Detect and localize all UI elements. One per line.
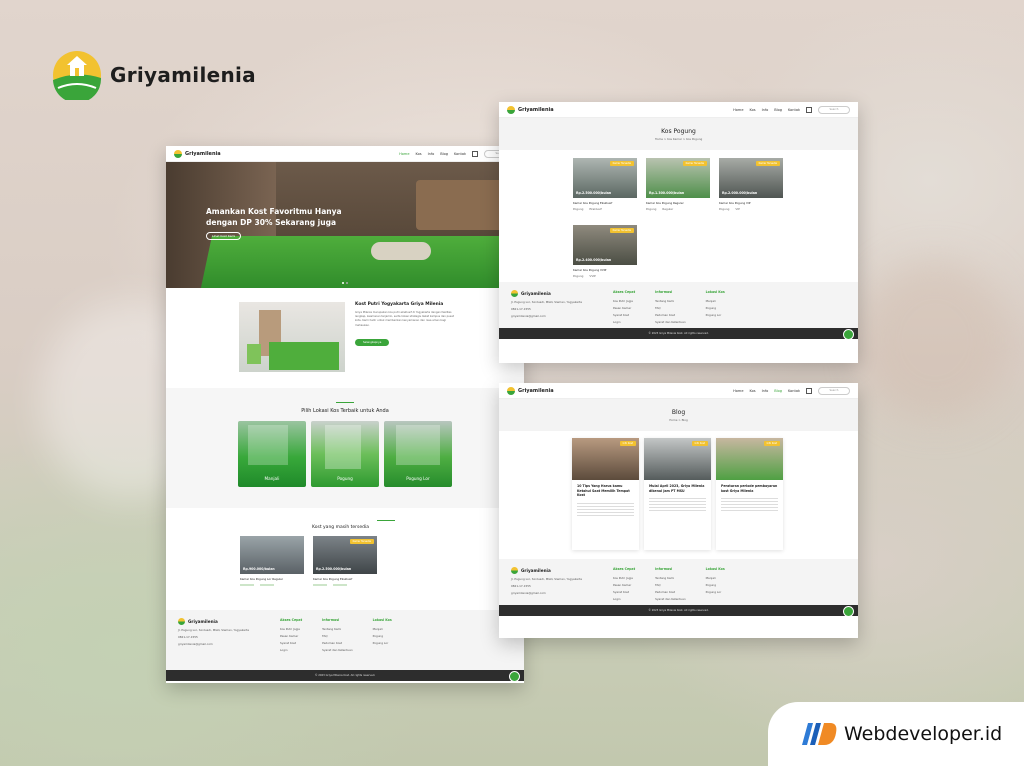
logo-icon bbox=[507, 386, 515, 395]
top-nav: Griyamilenia Home Kos Info Blog Kontak Searc… bbox=[499, 102, 858, 118]
room-card[interactable]: Kamar Tersedia Rp.2.000.000/bulan Kamar K… bbox=[719, 158, 783, 216]
room-card[interactable]: Rp.900.000/bulan Kamar Kos Pogung Lor Re… bbox=[240, 536, 304, 586]
hero-pillow bbox=[371, 242, 431, 260]
room-card[interactable]: Kamar Tersedia Rp.2.500.000/bulan Kamar K… bbox=[573, 158, 637, 216]
blog-card[interactable]: Info Kost Mulai April 2023, Griya Mileni… bbox=[644, 438, 711, 550]
blog-page-mockup: Griyamilenia Home Kos Info Blog Kontak Searc… bbox=[499, 383, 858, 638]
hero-banner: Amankan Kost Favoritmu Hanya dengan DP 3… bbox=[166, 162, 524, 288]
background-blob bbox=[860, 260, 1010, 420]
page-title: Blog bbox=[671, 409, 686, 416]
whatsapp-icon[interactable] bbox=[843, 329, 854, 340]
footer-logo-text: Griyamilenia bbox=[188, 619, 218, 624]
copyright-bar: © 2023 Griya Milenia Kost. All rights re… bbox=[499, 605, 858, 617]
top-nav: Griyamilenia Home Kos Info Blog Kontak Searc… bbox=[499, 383, 858, 399]
footer: Griyamilenia Jl. Pogung Lor, Sinduadi, M… bbox=[499, 282, 858, 328]
about-button[interactable]: Selengkapnya bbox=[355, 338, 390, 346]
room-price: Rp.900.000/bulan bbox=[243, 567, 275, 571]
page-header: Blog Home > Blog bbox=[499, 399, 858, 431]
room-image: Rp.900.000/bulan bbox=[240, 536, 304, 574]
nav-item-blog[interactable]: Blog bbox=[440, 152, 448, 156]
hero-title: Amankan Kost Favoritmu Hanya dengan DP 3… bbox=[206, 207, 342, 227]
cart-icon[interactable] bbox=[806, 106, 812, 113]
footer-email: griyamilenia@gmail.com bbox=[178, 642, 213, 646]
room-image: Kamar Tersedia Rp.2.500.000/bulan bbox=[573, 158, 637, 198]
blog-card[interactable]: Info Kost 10 Tips Yang Harus kamu Ketahu… bbox=[572, 438, 639, 550]
page-title: Kos Pogung bbox=[661, 128, 696, 135]
kos-grid: Kamar Tersedia Rp.2.500.000/bulan Kamar K… bbox=[499, 150, 858, 282]
room-image: Kamar Tersedia Rp.2.500.000/bulan bbox=[313, 536, 377, 574]
location-card[interactable]: Manjali bbox=[238, 421, 306, 487]
blog-grid: Info Kost 10 Tips Yang Harus kamu Ketahu… bbox=[499, 431, 858, 559]
nav-item-home[interactable]: Home bbox=[399, 152, 409, 156]
footer-phone: 0821-17-1555 bbox=[178, 635, 198, 639]
brand-name: Griyamilenia bbox=[110, 63, 256, 87]
kos-page-mockup: Griyamilenia Home Kos Info Blog Kontak Searc… bbox=[499, 102, 858, 363]
page-header: Kos Pogung Home > Kos Kamar > Kos Pogung bbox=[499, 118, 858, 150]
webdeveloper-name: Webdeveloper.id bbox=[844, 723, 1003, 745]
blog-card[interactable]: Info Kost Peraturan periode pembayaran k… bbox=[716, 438, 783, 550]
about-text: Griya Milenia merupakan kos putri eksklu… bbox=[355, 311, 454, 327]
available-title: Kost yang masih tersedia bbox=[312, 525, 369, 530]
room-image: Kamar Tersedia Rp.2.000.000/bulan bbox=[719, 158, 783, 198]
nav-item-kontak[interactable]: Kontak bbox=[454, 152, 466, 156]
breadcrumb: Home > Kos Kamar > Kos Pogung bbox=[654, 137, 703, 141]
footer-address: Jl. Pogung Lor, Sinduadi, Mlati, Sleman,… bbox=[178, 628, 249, 632]
hero-button[interactable]: Lihat Kost Kami bbox=[206, 232, 242, 240]
location-card[interactable]: Pogung Lor bbox=[384, 421, 452, 487]
room-name: Kamar Kos Pogung Lor Reguler bbox=[240, 577, 284, 581]
about-section: Kost Putri Yogyakarta Griya Milenia Griy… bbox=[166, 288, 524, 388]
copyright-text: © 2023 Griya Milenia Kost. All rights re… bbox=[314, 674, 376, 677]
carousel-dots[interactable] bbox=[342, 282, 348, 284]
room-price: Rp.2.500.000/bulan bbox=[316, 567, 352, 571]
locations-title: Pilih Lokasi Kos Terbaik untuk Anda bbox=[301, 408, 389, 414]
room-card[interactable]: Kamar Tersedia Rp.2.500.000/bulan Kamar … bbox=[313, 536, 377, 586]
breadcrumb: Home > Blog bbox=[669, 418, 688, 422]
house-hill-logo-icon bbox=[53, 51, 102, 100]
locations-section: Pilih Lokasi Kos Terbaik untuk Anda Manj… bbox=[166, 388, 524, 508]
location-name: Pogung bbox=[337, 476, 353, 481]
nav-item-kos[interactable]: Kos bbox=[416, 152, 422, 156]
about-image bbox=[239, 302, 345, 372]
availability-badge: Kamar Tersedia bbox=[349, 539, 374, 544]
cart-icon[interactable] bbox=[806, 387, 812, 394]
logo-icon bbox=[507, 105, 515, 114]
logo-icon bbox=[174, 149, 182, 158]
copyright-bar: © 2023 Griya Milenia Kost. All rights re… bbox=[166, 670, 524, 682]
location-name: Pogung Lor bbox=[406, 476, 430, 481]
whatsapp-icon[interactable] bbox=[509, 671, 520, 682]
search-input[interactable]: Search bbox=[818, 386, 850, 395]
copyright-bar: © 2023 Griya Milenia Kost. All rights re… bbox=[499, 328, 858, 340]
webdeveloper-logo-icon bbox=[802, 723, 837, 745]
room-card[interactable]: Kamar Tersedia Rp.1.300.000/bulan Kamar K… bbox=[646, 158, 710, 216]
room-card[interactable]: Kamar Tersedia Rp.2.400.000/bulan Kamar K… bbox=[573, 224, 637, 283]
room-image: Kamar Tersedia Rp.1.300.000/bulan bbox=[646, 158, 710, 198]
about-title: Kost Putri Yogyakarta Griya Milenia bbox=[355, 302, 444, 307]
footer: Griyamilenia Jl. Pogung Lor, Sinduadi, M… bbox=[166, 610, 524, 670]
available-section: Kost yang masih tersedia Rp.900.000/bula… bbox=[166, 508, 524, 610]
brand: Griyamilenia bbox=[52, 50, 256, 100]
whatsapp-icon[interactable] bbox=[843, 606, 854, 617]
search-input[interactable]: Search bbox=[818, 105, 850, 114]
footer-logo-icon bbox=[178, 618, 185, 625]
nav-logo-text[interactable]: Griyamilenia bbox=[185, 151, 221, 157]
location-card[interactable]: Pogung bbox=[311, 421, 379, 487]
room-name: Kamar Kos Pogung Eksklusif bbox=[313, 577, 353, 581]
webdeveloper-watermark: Webdeveloper.id bbox=[768, 702, 1024, 766]
room-image: Kamar Tersedia Rp.2.400.000/bulan bbox=[573, 224, 637, 265]
hero-bed bbox=[200, 236, 524, 288]
top-nav: Griyamilenia Home Kos Info Blog Kontak S… bbox=[166, 146, 524, 162]
cart-icon[interactable] bbox=[472, 150, 478, 157]
home-page-mockup: Griyamilenia Home Kos Info Blog Kontak S… bbox=[166, 146, 524, 683]
location-name: Manjali bbox=[264, 476, 280, 481]
footer: Griyamilenia Jl. Pogung Lor, Sinduadi, M… bbox=[499, 559, 858, 605]
nav-item-info[interactable]: Info bbox=[428, 152, 435, 156]
